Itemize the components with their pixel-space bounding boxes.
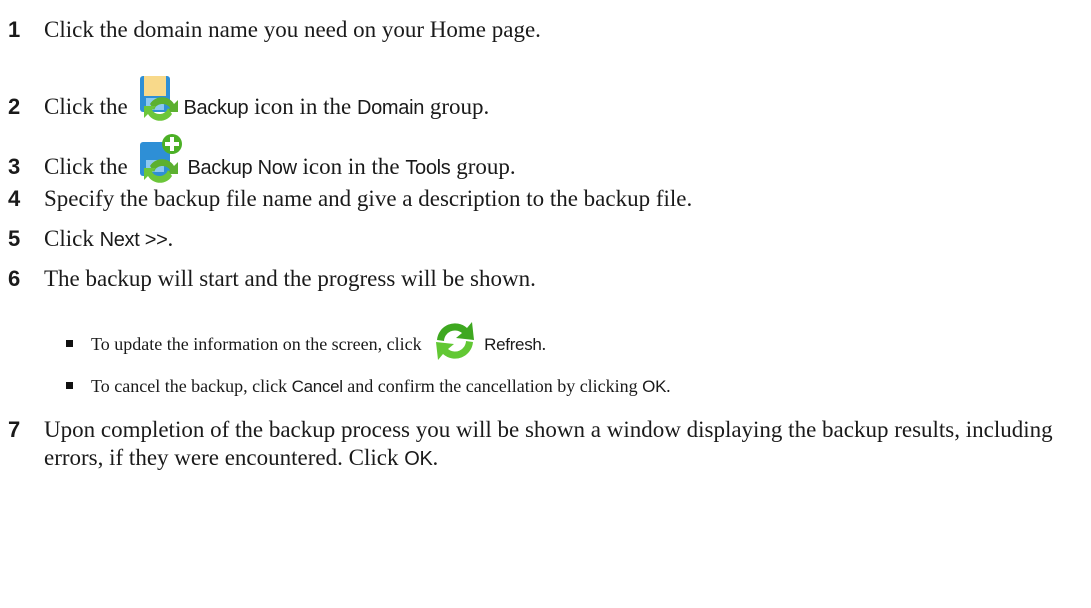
backup-now-label: Backup Now xyxy=(187,157,297,179)
step-number: 3 xyxy=(8,154,21,179)
step-text: Specify the backup file name and give a … xyxy=(44,186,693,211)
bullet-text: To update the information on the screen,… xyxy=(91,334,422,354)
step-number: 7 xyxy=(8,417,21,442)
ok-label: OK xyxy=(404,448,433,470)
backup-now-icon xyxy=(136,134,184,191)
refresh-icon xyxy=(429,318,481,370)
step-text: . xyxy=(432,445,439,470)
step-3: 3 Click the Backup Now icon in the Tools … xyxy=(8,134,516,191)
backup-floppy-icon xyxy=(136,74,180,131)
step-text: Click xyxy=(348,445,399,470)
step-text: Upon completion of the backup process yo… xyxy=(44,417,1053,470)
step-number: 2 xyxy=(8,94,21,119)
step-text: . xyxy=(167,226,174,251)
bullet-marker xyxy=(66,340,73,347)
step-text: Click the domain name you need on your H… xyxy=(44,17,541,42)
step-text: Click the xyxy=(44,154,128,179)
bullet-text: . xyxy=(666,376,671,396)
step-text: Click the xyxy=(44,94,128,119)
step-text: icon in the xyxy=(254,94,352,119)
bullet-text: To cancel the backup, click xyxy=(91,376,288,396)
step-text: icon in the xyxy=(302,154,400,179)
step-number: 5 xyxy=(8,226,21,251)
backup-label: Backup xyxy=(183,97,249,119)
step-text: group. xyxy=(429,94,490,119)
step-number: 4 xyxy=(8,186,21,211)
cancel-label: Cancel xyxy=(291,377,343,396)
step-7: 7 Upon completion of the backup process y… xyxy=(8,416,1068,473)
step-text: Click xyxy=(44,226,94,251)
step-4: 4 Specify the backup file name and give a… xyxy=(8,185,692,213)
step-1: 1 Click the domain name you need on your … xyxy=(8,16,541,44)
bullet-marker xyxy=(66,382,73,389)
step-number: 6 xyxy=(8,266,21,291)
bullet-text: . xyxy=(541,334,547,354)
bullet-cancel: To cancel the backup, click Cancel and c… xyxy=(66,374,671,399)
next-label: Next >> xyxy=(99,229,168,251)
step-text: The backup will start and the progress w… xyxy=(44,266,536,291)
domain-label: Domain xyxy=(356,97,425,119)
tools-label: Tools xyxy=(405,157,451,179)
bullet-refresh: To update the information on the screen,… xyxy=(66,318,546,370)
step-6: 6 The backup will start and the progress … xyxy=(8,265,536,293)
refresh-label: Refresh xyxy=(484,335,542,354)
ok-label: OK xyxy=(642,377,667,396)
step-2: 2 Click the Backup icon in the Domain gro… xyxy=(8,74,489,131)
step-text: group. xyxy=(456,154,516,179)
bullet-text: and confirm the cancellation by clicking xyxy=(347,376,638,396)
step-5: 5 Click Next >>. xyxy=(8,225,173,254)
step-number: 1 xyxy=(8,17,21,42)
